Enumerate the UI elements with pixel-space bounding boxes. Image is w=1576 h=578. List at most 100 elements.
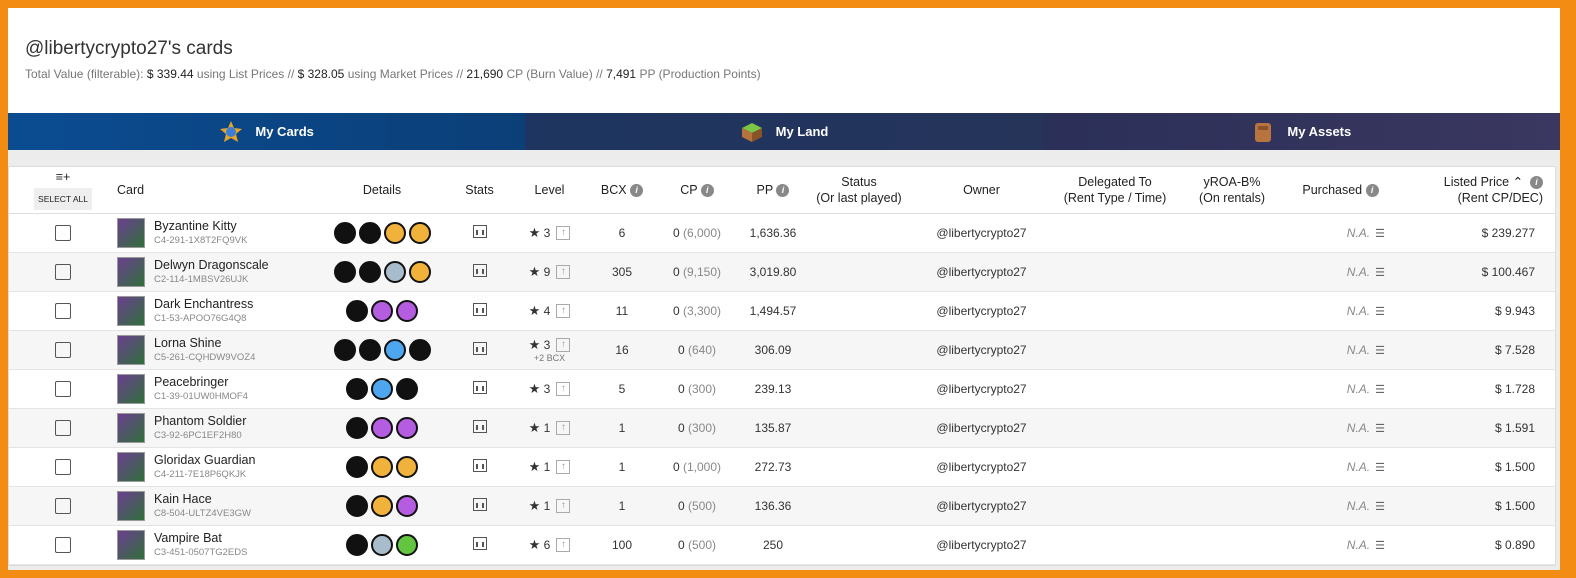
table-row[interactable]: Dark Enchantress C1-53-APOO76G4Q8 ★ 4 ↑ 1… [9, 291, 1555, 331]
card-thumbnail[interactable] [117, 217, 145, 248]
list-icon[interactable]: ☰ [1375, 345, 1385, 357]
card-name[interactable]: Lorna Shine [154, 336, 255, 350]
stats-icon[interactable] [472, 341, 487, 355]
cp-header[interactable]: CP i [657, 167, 737, 214]
info-icon[interactable]: i [1530, 175, 1543, 189]
listed-price[interactable]: $ 239.277 [1393, 213, 1555, 253]
card-name[interactable]: Peacebringer [154, 375, 248, 389]
bcx-header[interactable]: BCX i [587, 167, 657, 214]
card-cell: Gloridax Guardian C4-211-7E18P6QKJK [117, 447, 317, 487]
row-checkbox[interactable] [55, 224, 71, 241]
table-row[interactable]: Kain Hace C8-504-ULTZ4VE3GW ★ 1 ↑ 1 0 (50… [9, 486, 1555, 526]
list-icon[interactable]: ☰ [1375, 384, 1385, 396]
listed-price[interactable]: $ 100.467 [1393, 252, 1555, 292]
table-row[interactable]: Lorna Shine C5-261-CQHDW9VOZ4 ★ 3 ↑ +2 BC… [9, 330, 1555, 370]
card-name[interactable]: Dark Enchantress [154, 297, 253, 311]
info-icon[interactable]: i [776, 183, 790, 197]
card-name[interactable]: Gloridax Guardian [154, 453, 255, 467]
list-icon[interactable]: ☰ [1375, 501, 1385, 513]
table-row[interactable]: Vampire Bat C3-451-0507TG2EDS ★ 6 ↑ 100 0… [9, 525, 1555, 565]
card-name[interactable]: Delwyn Dragonscale [154, 258, 269, 272]
stats-icon[interactable] [472, 458, 487, 472]
card-name[interactable]: Byzantine Kitty [154, 219, 247, 233]
listed-price[interactable]: $ 7.528 [1393, 330, 1555, 370]
owner-value[interactable]: @libertycrypto27 [909, 369, 1054, 409]
listed-price[interactable]: $ 1.591 [1393, 408, 1555, 448]
row-checkbox[interactable] [55, 419, 71, 436]
list-icon[interactable]: ☰ [1375, 228, 1385, 240]
card-thumbnail[interactable] [117, 334, 145, 365]
tab-my-assets[interactable]: My Assets [1042, 113, 1560, 150]
table-row[interactable]: Phantom Soldier C3-92-6PC1EF2H80 ★ 1 ↑ 1 … [9, 408, 1555, 448]
upgrade-icon[interactable]: ↑ [556, 226, 571, 241]
info-icon[interactable]: i [630, 183, 644, 197]
row-checkbox[interactable] [55, 458, 71, 475]
card-thumbnail[interactable] [117, 256, 145, 287]
upgrade-icon[interactable]: ↑ [556, 460, 571, 475]
listed-price[interactable]: $ 1.728 [1393, 369, 1555, 409]
list-icon[interactable]: ☰ [1375, 462, 1385, 474]
card-thumbnail[interactable] [117, 490, 145, 521]
stats-icon[interactable] [472, 497, 487, 511]
table-row[interactable]: Peacebringer C1-39-01UW0HMOF4 ★ 3 ↑ 5 0 (… [9, 369, 1555, 409]
owner-value[interactable]: @libertycrypto27 [909, 408, 1054, 448]
table-row[interactable]: Byzantine Kitty C4-291-1X8T2FQ9VK ★ 3 ↑ 6… [9, 213, 1555, 253]
card-name[interactable]: Phantom Soldier [154, 414, 246, 428]
listed-price-header[interactable]: Listed Price ⌃ i (Rent CP/DEC) [1393, 167, 1555, 214]
upgrade-icon[interactable]: ↑ [556, 538, 571, 553]
purchased-header[interactable]: Purchased i [1288, 167, 1393, 214]
row-checkbox[interactable] [55, 341, 71, 358]
info-icon[interactable]: i [1365, 183, 1379, 197]
stats-icon[interactable] [472, 536, 487, 550]
card-thumbnail[interactable] [117, 451, 145, 482]
info-icon[interactable]: i [700, 183, 714, 197]
card-thumbnail[interactable] [117, 529, 145, 560]
listed-price[interactable]: $ 9.943 [1393, 291, 1555, 331]
row-checkbox[interactable] [55, 302, 71, 319]
owner-value[interactable]: @libertycrypto27 [909, 252, 1054, 292]
upgrade-icon[interactable]: ↑ [556, 265, 571, 280]
stats-icon[interactable] [472, 224, 487, 238]
level-header[interactable]: Level [512, 167, 587, 214]
upgrade-icon[interactable]: ↑ [556, 421, 571, 436]
card-thumbnail[interactable] [117, 295, 145, 326]
card-name[interactable]: Kain Hace [154, 492, 251, 506]
upgrade-icon[interactable]: ↑ [556, 382, 571, 397]
owner-value[interactable]: @libertycrypto27 [909, 330, 1054, 370]
table-row[interactable]: Delwyn Dragonscale C2-114-1MBSV26UJK ★ 9… [9, 252, 1555, 292]
upgrade-icon[interactable]: ↑ [556, 304, 571, 319]
pp-header[interactable]: PP i [737, 167, 809, 214]
row-checkbox[interactable] [55, 536, 71, 553]
row-checkbox[interactable] [55, 263, 71, 280]
owner-value[interactable]: @libertycrypto27 [909, 447, 1054, 487]
row-checkbox[interactable] [55, 380, 71, 397]
upgrade-icon[interactable]: ↑ [556, 338, 571, 353]
stats-icon[interactable] [472, 380, 487, 394]
table-row[interactable]: Gloridax Guardian C4-211-7E18P6QKJK ★ 1 ↑… [9, 447, 1555, 487]
card-header[interactable]: Card [117, 167, 317, 214]
list-icon[interactable]: ☰ [1375, 267, 1385, 279]
select-all-button[interactable]: SELECT ALL [34, 188, 92, 211]
card-name[interactable]: Vampire Bat [154, 531, 247, 545]
list-icon[interactable]: ☰ [1375, 306, 1385, 318]
list-icon[interactable]: ☰ [1375, 540, 1385, 552]
list-icon[interactable]: ☰ [1375, 423, 1385, 435]
card-thumbnail[interactable] [117, 373, 145, 404]
tab-my-cards[interactable]: My Cards [8, 113, 526, 150]
stats-icon[interactable] [472, 263, 487, 277]
upgrade-icon[interactable]: ↑ [556, 499, 571, 514]
sort-asc-icon[interactable]: ⌃ [1513, 175, 1523, 189]
listed-price[interactable]: $ 1.500 [1393, 447, 1555, 487]
select-icon[interactable]: ≡+ [9, 169, 117, 185]
listed-price[interactable]: $ 0.890 [1393, 525, 1555, 565]
card-thumbnail[interactable] [117, 412, 145, 443]
tab-my-land[interactable]: My Land [525, 113, 1043, 150]
owner-value[interactable]: @libertycrypto27 [909, 486, 1054, 526]
owner-value[interactable]: @libertycrypto27 [909, 525, 1054, 565]
owner-value[interactable]: @libertycrypto27 [909, 213, 1054, 253]
listed-price[interactable]: $ 1.500 [1393, 486, 1555, 526]
owner-value[interactable]: @libertycrypto27 [909, 291, 1054, 331]
stats-icon[interactable] [472, 302, 487, 316]
row-checkbox[interactable] [55, 497, 71, 514]
stats-icon[interactable] [472, 419, 487, 433]
